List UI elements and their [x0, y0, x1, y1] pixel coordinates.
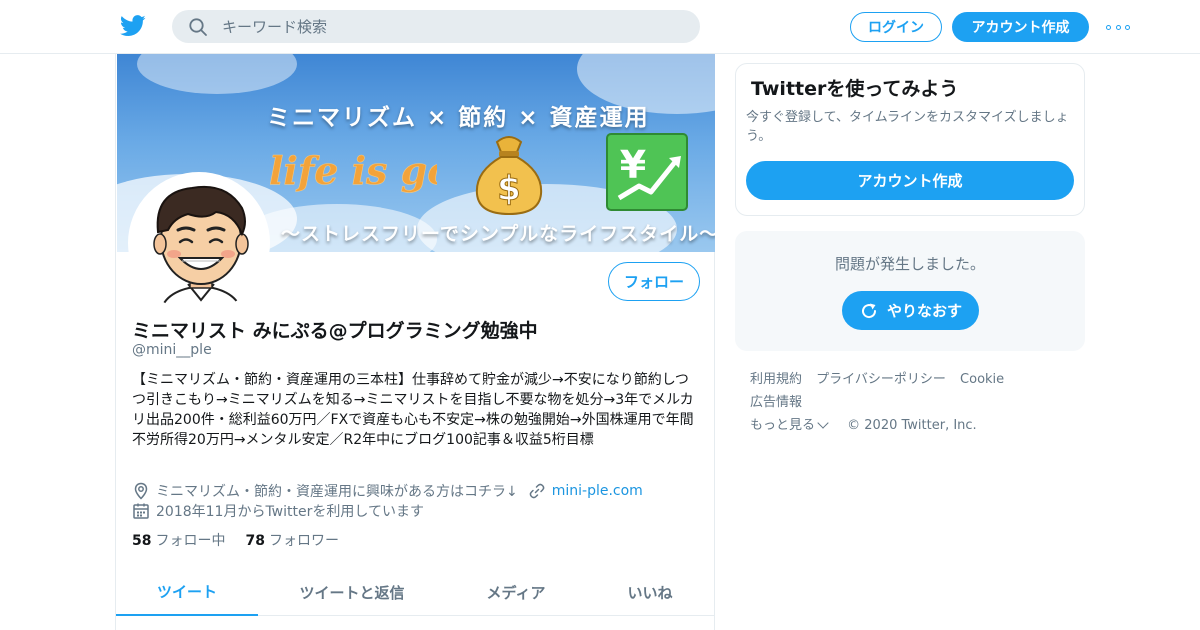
signup-card: Twitterを使ってみよう 今すぐ登録して、タイムラインをカスタマイズしましょ… — [735, 63, 1085, 216]
profile-handle: @mini__ple — [132, 342, 212, 358]
avatar[interactable] — [128, 172, 270, 314]
link-icon — [529, 483, 545, 499]
profile-meta-row: ミニマリズム・節約・資産運用に興味がある方はコチラ↓ mini-ple.com — [132, 481, 702, 501]
profile-website-link[interactable]: mini-ple.com — [552, 483, 643, 499]
footer-links: 利用規約 プライバシーポリシー Cookie 広告情報 もっと見る © 2020… — [750, 368, 1080, 437]
footer-link-privacy[interactable]: プライバシーポリシー — [816, 368, 946, 391]
footer-more-button[interactable]: もっと見る — [750, 414, 833, 437]
following-stat[interactable]: 58 フォロー中 — [132, 530, 225, 550]
footer-link-terms[interactable]: 利用規約 — [750, 368, 802, 391]
refresh-icon — [862, 303, 876, 318]
retry-label: やりなおす — [886, 302, 962, 320]
signup-button[interactable]: アカウント作成 — [952, 12, 1089, 42]
following-label: フォロー中 — [155, 533, 226, 549]
profile-stats: 58 フォロー中 78 フォロワー — [132, 530, 359, 550]
svg-text:$: $ — [497, 169, 521, 209]
profile-joined-date: 2018年11月からTwitterを利用しています — [156, 504, 424, 520]
tab-media[interactable]: メディア — [446, 568, 586, 616]
profile-location: ミニマリズム・節約・資産運用に興味がある方はコチラ↓ — [156, 484, 518, 500]
life-is-good-lettering: life is good — [269, 148, 437, 194]
money-bag-icon: $ — [475, 136, 543, 216]
retry-button[interactable]: やりなおす — [842, 291, 979, 330]
profile-column: ミニマリズム × 節約 × 資産運用 life is good $ ¥ 〜ストレ… — [115, 54, 715, 630]
search-icon — [189, 18, 207, 36]
top-navigation-bar: ログイン アカウント作成 — [0, 0, 1200, 54]
location-pin-icon — [134, 482, 148, 500]
profile-name: ミニマリスト みにぷる@プログラミング勉強中 — [132, 320, 538, 342]
footer-link-ads[interactable]: 広告情報 — [750, 391, 802, 414]
following-count: 58 — [132, 533, 152, 549]
svg-text:life is good: life is good — [269, 148, 437, 193]
search-input[interactable] — [222, 10, 682, 43]
search-bar — [172, 10, 700, 43]
tab-tweets[interactable]: ツイート — [116, 568, 258, 616]
follow-button[interactable]: フォロー — [608, 262, 700, 301]
followers-count: 78 — [245, 533, 265, 549]
error-message: 問題が発生しました。 — [834, 255, 985, 273]
footer-link-cookie[interactable]: Cookie — [960, 368, 1004, 391]
followers-stat[interactable]: 78 フォロワー — [245, 530, 338, 550]
create-account-button[interactable]: アカウント作成 — [746, 161, 1074, 200]
login-button[interactable]: ログイン — [850, 12, 942, 42]
footer-more-label: もっと見る — [750, 418, 816, 433]
chevron-down-icon — [817, 417, 829, 429]
profile-tabs: ツイート ツイートと返信 メディア いいね — [116, 568, 714, 616]
banner-title: ミニマリズム × 節約 × 資産運用 — [267, 105, 650, 131]
signup-card-title: Twitterを使ってみよう — [751, 78, 959, 100]
yen-chart-icon: ¥ — [606, 133, 688, 211]
tab-likes[interactable]: いいね — [586, 568, 714, 616]
more-dots-icon[interactable] — [1106, 18, 1130, 36]
error-card: 問題が発生しました。 やりなおす — [735, 231, 1085, 351]
svg-text:¥: ¥ — [620, 143, 646, 187]
banner-subtitle: 〜ストレスフリーでシンプルなライフスタイル〜 — [281, 223, 715, 245]
footer-copyright: © 2020 Twitter, Inc. — [847, 418, 977, 433]
tab-tweets-and-replies[interactable]: ツイートと返信 — [258, 568, 446, 616]
twitter-bird-icon[interactable] — [120, 14, 146, 38]
calendar-icon — [133, 503, 149, 519]
profile-bio: 【ミニマリズム・節約・資産運用の三本柱】仕事辞めて貯金が減少→不安になり節約しつ… — [132, 372, 694, 448]
signup-card-description: 今すぐ登録して、タイムラインをカスタマイズしましょう。 — [746, 110, 1069, 144]
avatar-illustration — [130, 174, 268, 312]
followers-label: フォロワー — [268, 533, 339, 549]
profile-joined-row: 2018年11月からTwitterを利用しています — [132, 501, 702, 521]
